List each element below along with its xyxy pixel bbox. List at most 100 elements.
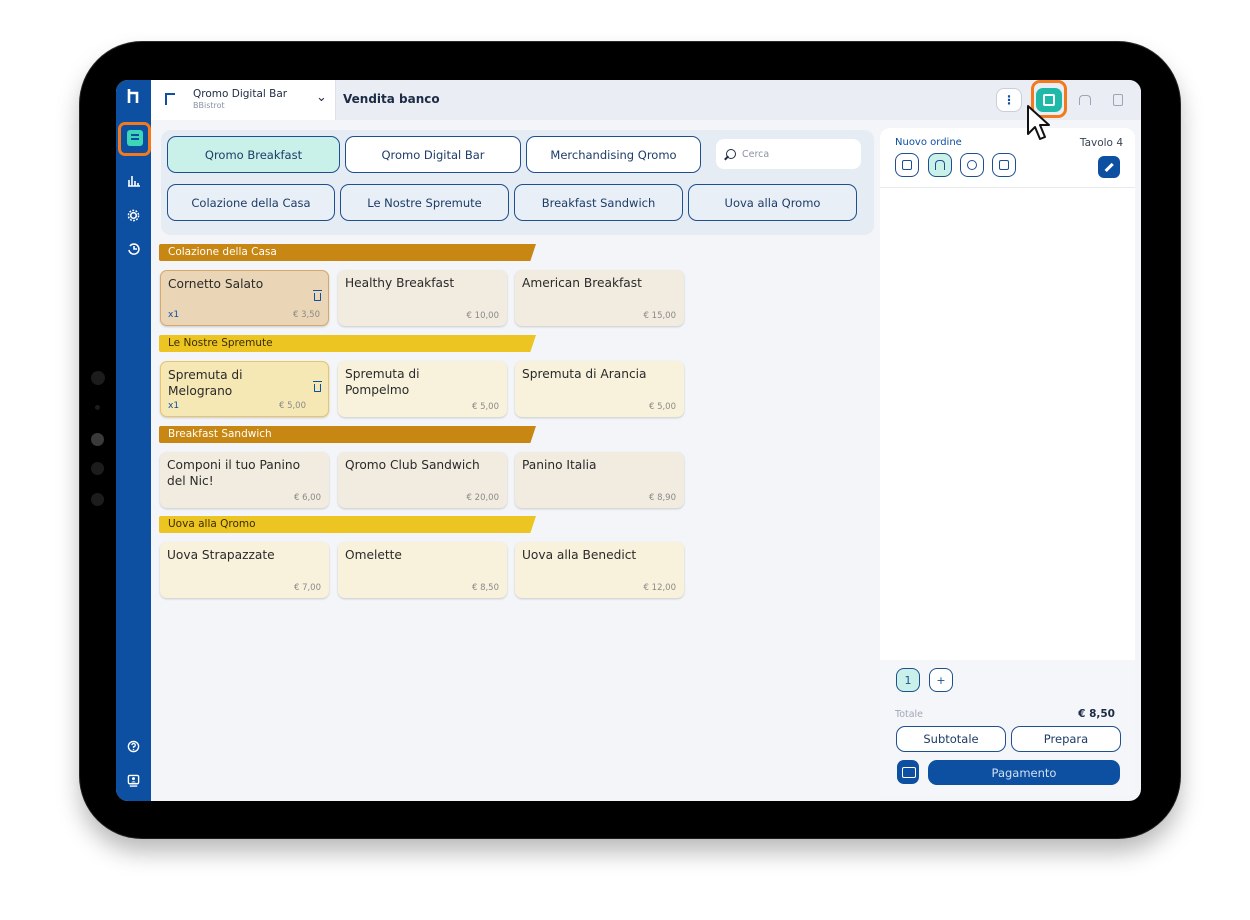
product-name: Spremuta di Melograno — [168, 368, 243, 398]
order-panel: Nuovo ordine Tavolo 4 1 + Totale € 8,50 … — [880, 128, 1135, 795]
product-card[interactable]: Spremuta di Arancia € 5,00 — [515, 361, 684, 417]
trash-icon[interactable] — [313, 290, 322, 301]
search-input[interactable]: Cerca — [716, 139, 861, 169]
payment-button[interactable]: Pagamento — [928, 760, 1120, 785]
section-header: Colazione della Casa — [159, 244, 536, 261]
chair-icon — [935, 160, 945, 170]
bar-chart-icon — [127, 176, 140, 187]
product-card[interactable]: Cornetto Salato x1 € 3,50 — [160, 270, 329, 326]
product-card[interactable]: Uova alla Benedict € 12,00 — [515, 542, 684, 598]
order-type-counter-button[interactable] — [895, 153, 919, 177]
orders-list-button[interactable] — [1106, 88, 1130, 112]
product-name: Panino Italia — [522, 458, 597, 472]
venue-subtitle: BBistrot — [193, 101, 225, 110]
category-tab-qromo-breakfast[interactable]: Qromo Breakfast — [167, 136, 340, 173]
product-qty: x1 — [168, 310, 180, 320]
table-mode-button[interactable] — [1073, 88, 1097, 112]
app-screen: Qromo Digital Bar BBistrot ⌄ Vendita ban… — [116, 80, 1141, 801]
product-card[interactable]: Omelette € 8,50 — [338, 542, 507, 598]
history-icon — [127, 243, 140, 255]
app-logo-icon[interactable] — [116, 82, 151, 110]
bag-icon — [999, 160, 1009, 170]
product-price: € 6,00 — [293, 493, 321, 503]
subcategory-tab-sandwich[interactable]: Breakfast Sandwich — [514, 184, 683, 221]
product-card[interactable]: Healthy Breakfast € 10,00 — [338, 270, 507, 326]
order-table-label: Tavolo 4 — [1079, 137, 1123, 149]
product-card[interactable]: Componi il tuo Panino del Nic! € 6,00 — [160, 452, 329, 508]
product-qty: x1 — [168, 401, 180, 411]
order-title: Nuovo ordine — [895, 137, 962, 148]
sidebar-item-history[interactable] — [116, 235, 151, 263]
subcategory-tab-colazione[interactable]: Colazione della Casa — [167, 184, 335, 221]
product-card[interactable]: American Breakfast € 15,00 — [515, 270, 684, 326]
product-name: Healthy Breakfast — [345, 276, 455, 290]
venue-selector[interactable]: Qromo Digital Bar BBistrot ⌄ — [151, 80, 336, 120]
add-course-button[interactable]: + — [929, 668, 953, 692]
sidebar-item-account[interactable] — [116, 766, 151, 794]
product-name: Omelette — [345, 548, 402, 562]
edit-order-button[interactable] — [1098, 156, 1120, 178]
sidebar — [116, 80, 151, 801]
product-price: € 5,00 — [471, 402, 499, 412]
product-price: € 5,00 — [278, 401, 306, 411]
sidebar-item-help[interactable] — [116, 732, 151, 760]
trash-icon[interactable] — [313, 381, 322, 392]
register-icon — [902, 160, 912, 170]
product-name: Uova Strapazzate — [167, 548, 275, 562]
more-options-button[interactable]: ⋮ — [996, 88, 1022, 112]
tablet-side-button — [91, 433, 104, 446]
subcategory-tab-spremute[interactable]: Le Nostre Spremute — [340, 184, 509, 221]
sidebar-item-stats[interactable] — [116, 166, 151, 194]
category-tab-qromo-digital-bar[interactable]: Qromo Digital Bar — [345, 136, 521, 173]
venue-name: Qromo Digital Bar — [193, 88, 288, 100]
product-price: € 8,50 — [471, 583, 499, 593]
product-card[interactable]: Uova Strapazzate € 7,00 — [160, 542, 329, 598]
search-placeholder: Cerca — [742, 148, 770, 160]
product-price: € 20,00 — [466, 493, 499, 503]
subtotal-button[interactable]: Subtotale — [896, 726, 1006, 752]
subcategory-tab-uova[interactable]: Uova alla Qromo — [688, 184, 857, 221]
product-price: € 7,00 — [293, 583, 321, 593]
page-title: Vendita banco — [343, 92, 440, 106]
order-type-delivery-button[interactable] — [960, 153, 984, 177]
product-card[interactable]: Qromo Club Sandwich € 20,00 — [338, 452, 507, 508]
product-name: American Breakfast — [522, 276, 642, 290]
order-items-list — [880, 188, 1135, 660]
venue-logo-icon — [165, 93, 175, 105]
product-price: € 5,00 — [648, 402, 676, 412]
category-tab-merchandising[interactable]: Merchandising Qromo — [526, 136, 701, 173]
delivery-icon — [967, 160, 977, 170]
product-price: € 12,00 — [643, 583, 676, 593]
order-type-takeaway-button[interactable] — [992, 153, 1016, 177]
help-icon — [127, 740, 140, 752]
product-name: Spremuta di Arancia — [522, 367, 647, 381]
total-label: Totale — [895, 709, 924, 720]
product-price: € 15,00 — [643, 311, 676, 321]
card-payment-button[interactable] — [897, 760, 919, 784]
sidebar-item-settings[interactable] — [116, 201, 151, 229]
product-name: Spremuta di Pompelmo — [345, 367, 420, 397]
document-icon — [1113, 94, 1123, 106]
product-name: Componi il tuo Panino del Nic! — [167, 458, 301, 488]
product-card[interactable]: Panino Italia € 8,90 — [515, 452, 684, 508]
course-1-button[interactable]: 1 — [896, 668, 920, 692]
product-price: € 3,50 — [292, 310, 320, 320]
sidebar-item-sales[interactable] — [118, 122, 151, 156]
chair-icon — [1079, 95, 1091, 105]
gear-icon — [127, 209, 140, 221]
product-card[interactable]: Spremuta di Pompelmo € 5,00 — [338, 361, 507, 417]
tablet-side-button — [91, 462, 104, 475]
top-header: Qromo Digital Bar BBistrot ⌄ Vendita ban… — [151, 80, 1141, 120]
tablet-side-button — [91, 371, 105, 385]
tablet-side-button — [95, 405, 100, 410]
section-header: Le Nostre Spremute — [159, 335, 536, 352]
product-name: Qromo Club Sandwich — [345, 458, 480, 472]
order-type-table-button[interactable] — [928, 153, 952, 177]
section-header: Breakfast Sandwich — [159, 426, 536, 443]
product-price: € 8,90 — [648, 493, 676, 503]
product-card[interactable]: Spremuta di Melograno x1 € 5,00 — [160, 361, 329, 417]
total-value: € 8,50 — [1078, 708, 1115, 720]
prepare-button[interactable]: Prepara — [1011, 726, 1121, 752]
product-name: Uova alla Benedict — [522, 548, 637, 562]
section-header: Uova alla Qromo — [159, 516, 536, 533]
